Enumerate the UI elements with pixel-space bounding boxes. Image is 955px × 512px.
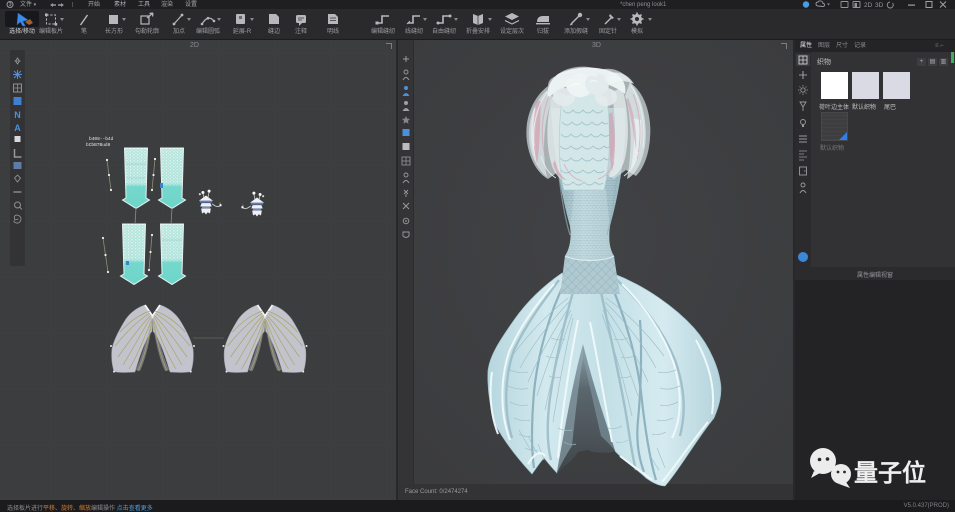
svg-text:bCbB7Bud8: bCbB7Bud8 [86, 142, 111, 148]
svg-text:2D: 2D [864, 2, 873, 9]
svg-text:3D: 3D [875, 2, 884, 9]
svg-text:b408--b4d: b408--b4d [89, 136, 114, 142]
